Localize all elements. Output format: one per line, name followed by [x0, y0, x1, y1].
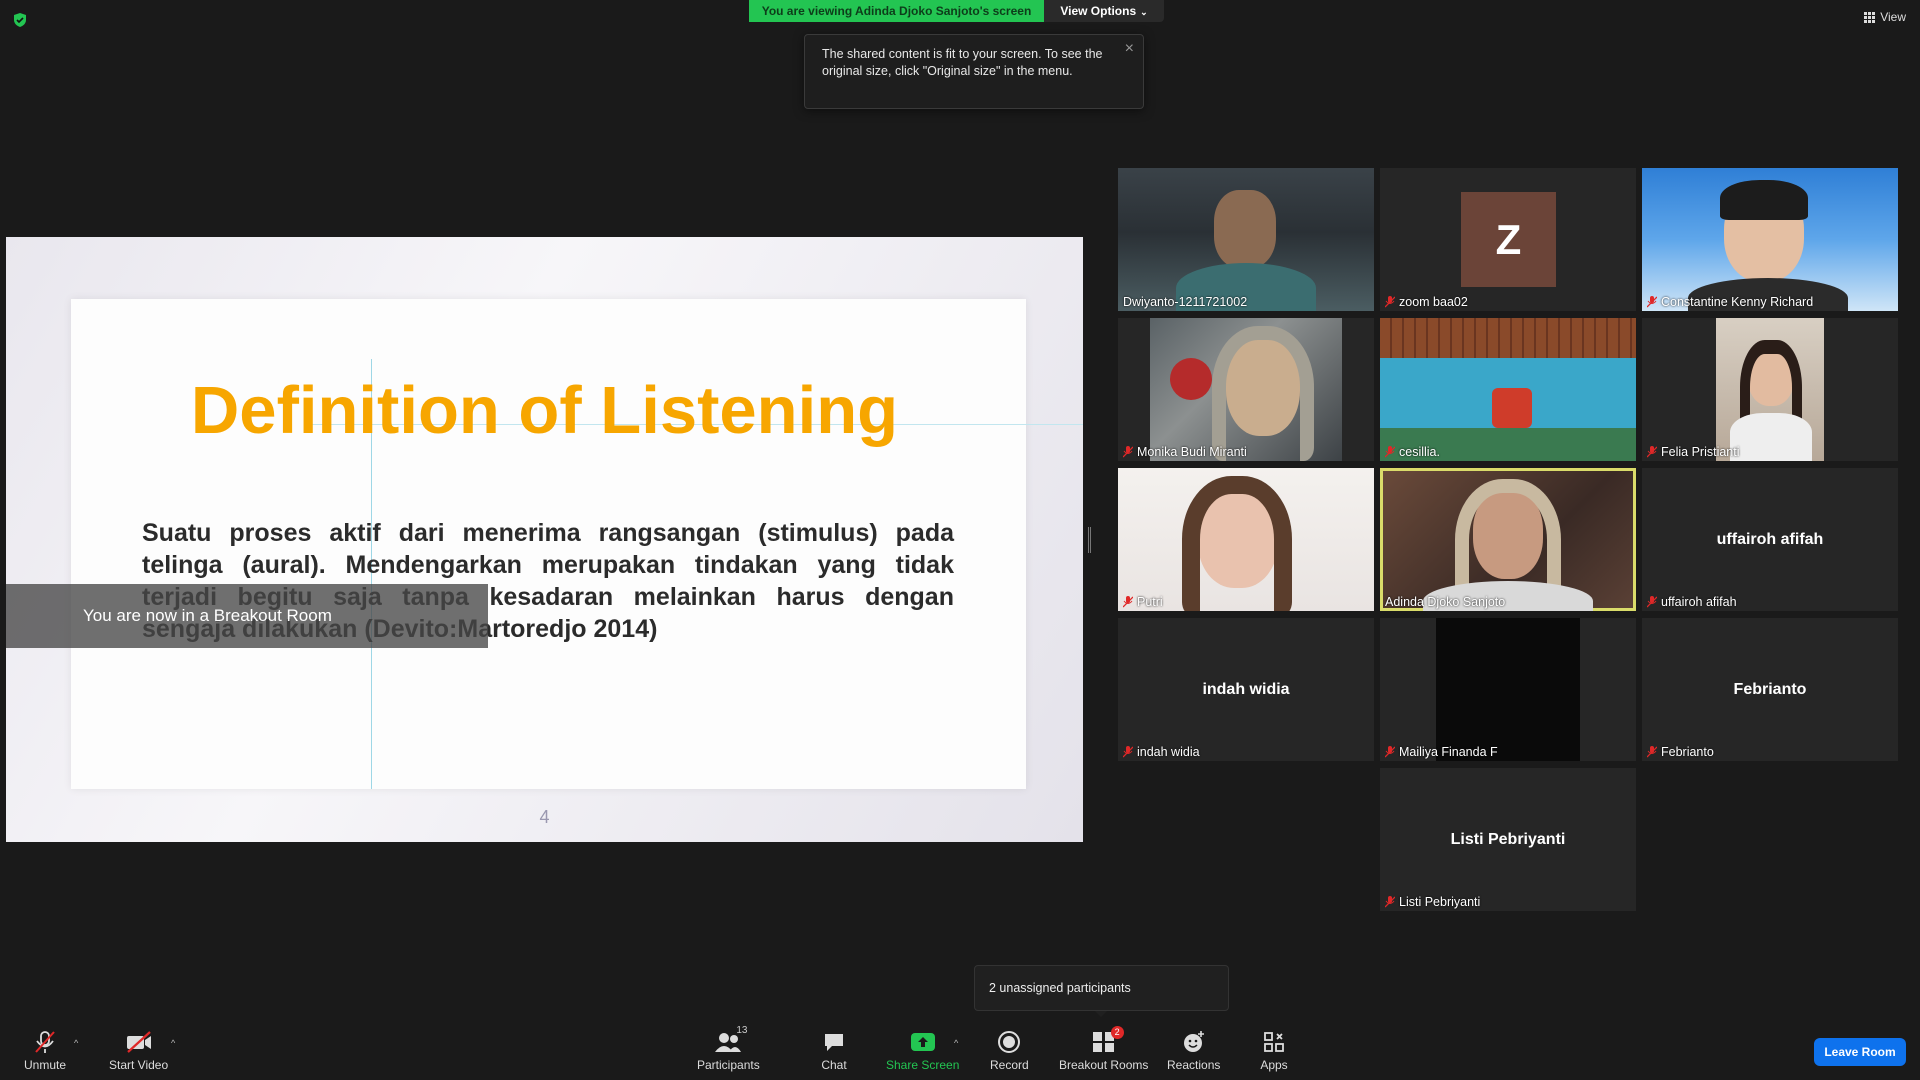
video-options-caret-icon[interactable]: ^ [171, 1038, 175, 1048]
participants-button[interactable]: 13 Participants [697, 1025, 760, 1072]
mic-muted-icon [1123, 746, 1133, 758]
meeting-toolbar: Unmute ^ Start Video ^ 13 Participants C… [0, 1020, 1920, 1080]
fit-to-screen-tooltip: The shared content is fit to your screen… [804, 34, 1144, 109]
start-video-button[interactable]: Start Video [109, 1030, 168, 1072]
slide-page-number: 4 [539, 807, 550, 827]
slide-title: Definition of Listening [190, 373, 899, 448]
record-button[interactable]: Record [990, 1030, 1029, 1072]
breakout-room-notice: You are now in a Breakout Room [6, 584, 488, 648]
mic-muted-icon [1647, 296, 1657, 308]
mic-muted-icon [1385, 446, 1395, 458]
close-icon[interactable]: × [1125, 40, 1134, 57]
participant-tile-active-speaker[interactable]: Adinda Djoko Sanjoto [1380, 468, 1636, 611]
participant-tile[interactable]: Listi Pebriyanti Listi Pebriyanti [1380, 768, 1636, 911]
reactions-button[interactable]: Reactions [1167, 1030, 1220, 1072]
video-off-icon [126, 1031, 151, 1053]
chat-button[interactable]: Chat [820, 1030, 848, 1072]
participant-video [1380, 318, 1636, 461]
participant-name: Febrianto [1647, 745, 1714, 759]
share-screen-label: Share Screen [886, 1058, 960, 1072]
share-options-caret-icon[interactable]: ^ [954, 1038, 958, 1048]
mic-muted-icon [1123, 596, 1133, 608]
participant-tile[interactable]: Monika Budi Miranti [1118, 318, 1374, 461]
leave-room-button[interactable]: Leave Room [1814, 1038, 1906, 1066]
participant-name: Putri [1123, 595, 1163, 609]
view-options-button[interactable]: View Options ⌄ [1044, 0, 1164, 22]
viewing-screen-banner: You are viewing Adinda Djoko Sanjoto's s… [749, 0, 1044, 22]
view-options-label: View Options [1060, 4, 1137, 18]
participant-name: uffairoh afifah [1647, 595, 1737, 609]
participant-tile[interactable]: Putri [1118, 468, 1374, 611]
mic-muted-icon [1647, 746, 1657, 758]
participant-display-name: uffairoh afifah [1716, 530, 1824, 548]
participant-video [1118, 168, 1374, 311]
participant-tile[interactable]: Febrianto Febrianto [1642, 618, 1898, 761]
participant-video [1642, 168, 1898, 311]
mic-muted-icon [1385, 896, 1395, 908]
participant-name: Listi Pebriyanti [1385, 895, 1480, 909]
breakout-rooms-badge: 2 [1110, 1026, 1124, 1039]
unassigned-participants-popover[interactable]: 2 unassigned participants [974, 965, 1229, 1017]
participant-tile[interactable]: Mailiya Finanda F [1380, 618, 1636, 761]
audio-options-caret-icon[interactable]: ^ [74, 1038, 78, 1048]
mic-muted-icon [1123, 446, 1133, 458]
mic-muted-icon [1647, 596, 1657, 608]
mic-muted-icon [35, 1031, 55, 1053]
reactions-emoji-icon [1183, 1031, 1204, 1052]
participant-name: cesillia. [1385, 445, 1440, 459]
participant-name: Dwiyanto-1211721002 [1123, 295, 1248, 309]
participant-tile[interactable]: Constantine Kenny Richard [1642, 168, 1898, 311]
participant-name: Constantine Kenny Richard [1647, 295, 1813, 309]
participant-name: Monika Budi Miranti [1123, 445, 1247, 459]
view-label: View [1880, 10, 1906, 24]
apps-button[interactable]: Apps [1260, 1030, 1288, 1072]
breakout-rooms-button[interactable]: 2 Breakout Rooms [1059, 1026, 1149, 1072]
reactions-label: Reactions [1167, 1058, 1221, 1072]
mic-muted-icon [1385, 296, 1395, 308]
breakout-rooms-label: Breakout Rooms [1059, 1058, 1149, 1072]
participant-name: Adinda Djoko Sanjoto [1385, 595, 1506, 609]
participant-video [1150, 318, 1342, 461]
security-shield-icon[interactable] [12, 12, 28, 28]
participant-tile[interactable]: Z zoom baa02 [1380, 168, 1636, 311]
chat-bubble-icon [825, 1034, 843, 1051]
participant-tile[interactable]: Dwiyanto-1211721002 [1118, 168, 1374, 311]
unmute-label: Unmute [24, 1058, 67, 1072]
mic-muted-icon [1385, 746, 1395, 758]
participant-avatar: Z [1461, 192, 1556, 287]
resize-handle[interactable] [1088, 527, 1091, 553]
participant-video [1118, 468, 1374, 611]
shared-screen[interactable]: Definition of Listening Suatu proses akt… [6, 237, 1083, 842]
participants-label: Participants [697, 1058, 760, 1072]
participants-count: 13 [736, 1025, 748, 1036]
start-video-label: Start Video [109, 1058, 169, 1072]
participant-display-name: Listi Pebriyanti [1450, 830, 1566, 848]
participant-name: Mailiya Finanda F [1385, 745, 1498, 759]
participant-display-name: indah widia [1202, 680, 1290, 698]
apps-label: Apps [1260, 1058, 1288, 1072]
participant-name: zoom baa02 [1385, 295, 1468, 309]
view-layout-button[interactable]: View [1864, 10, 1906, 24]
participant-tile[interactable]: cesillia. [1380, 318, 1636, 461]
participant-tile[interactable]: indah widia indah widia [1118, 618, 1374, 761]
unmute-button[interactable]: Unmute [24, 1030, 66, 1072]
participant-tile[interactable]: Felia Pristianti [1642, 318, 1898, 461]
participant-video [1383, 471, 1633, 611]
grid-view-icon [1864, 11, 1876, 23]
record-icon [998, 1031, 1021, 1053]
tooltip-text: The shared content is fit to your screen… [822, 47, 1103, 78]
share-screen-button[interactable]: Share Screen [886, 1030, 959, 1072]
participant-display-name: Febrianto [1733, 680, 1807, 698]
chevron-down-icon: ⌄ [1140, 7, 1148, 17]
participant-tile[interactable]: uffairoh afifah uffairoh afifah [1642, 468, 1898, 611]
apps-icon [1264, 1032, 1284, 1052]
participant-name: indah widia [1123, 745, 1200, 759]
share-screen-icon [910, 1033, 935, 1051]
mic-muted-icon [1647, 446, 1657, 458]
chat-label: Chat [821, 1058, 847, 1072]
record-label: Record [990, 1058, 1029, 1072]
participant-video [1716, 318, 1824, 461]
participant-name: Felia Pristianti [1647, 445, 1740, 459]
participant-video [1436, 618, 1580, 761]
